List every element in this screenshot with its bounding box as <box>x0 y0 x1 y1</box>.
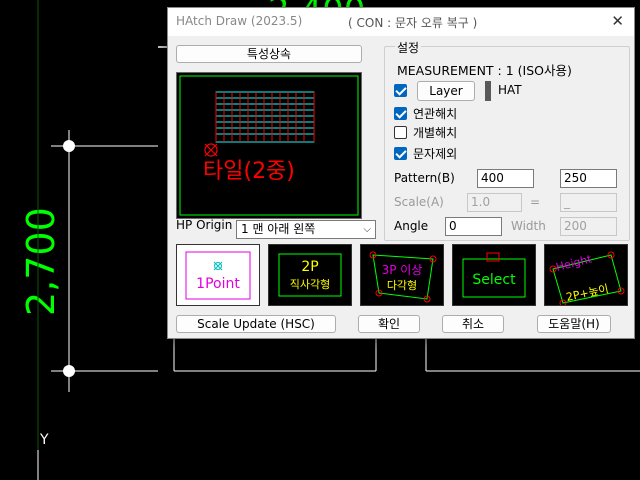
scale-equals: = <box>530 195 541 209</box>
dimension-grip-top <box>63 140 75 152</box>
title-bar[interactable]: HAtch Draw (2023.5) ( CON : 문자 오류 복구 ) ✕ <box>168 8 634 36</box>
layer-checkbox[interactable] <box>394 84 407 97</box>
two-point-rectangle-tile[interactable]: 2P 직사각형 <box>268 244 352 306</box>
scale-input[interactable]: 1.0 <box>467 193 522 212</box>
ok-button[interactable]: 확인 <box>358 315 420 333</box>
individual-hatch-label: 개별해치 <box>413 126 458 140</box>
svg-text:Height: Height <box>555 252 594 274</box>
target-marker-icon <box>204 143 218 157</box>
chevron-down-icon: ⌵ <box>363 224 371 235</box>
two-point-height-tile[interactable]: Height 2P+높이 <box>544 244 628 306</box>
scale-update-button[interactable]: Scale Update (HSC) <box>176 315 336 333</box>
one-point-tile[interactable]: 1Point <box>176 244 260 306</box>
measurement-info: MEASUREMENT : 1 (ISO사용) <box>397 63 572 78</box>
axis-label-y: Y <box>39 432 49 448</box>
svg-text:Select: Select <box>472 272 516 288</box>
text-exclude-label: 문자제외 <box>413 147 458 161</box>
hatch-draw-dialog: HAtch Draw (2023.5) ( CON : 문자 오류 복구 ) ✕… <box>167 7 635 339</box>
svg-text:1Point: 1Point <box>196 276 240 292</box>
window-subtitle: ( CON : 문자 오류 복구 ) <box>348 16 478 30</box>
scale-label: Scale(A) <box>394 195 444 209</box>
svg-text:2P: 2P <box>301 259 318 275</box>
svg-text:다각형: 다각형 <box>387 279 417 292</box>
window-title: HAtch Draw (2023.5) <box>176 14 303 28</box>
cad-dimension-text: 2,700 <box>19 207 63 316</box>
svg-text:3P 이상: 3P 이상 <box>382 263 423 277</box>
layer-button[interactable]: Layer <box>417 81 475 101</box>
svg-text:2P+높이: 2P+높이 <box>565 282 610 304</box>
hp-origin-select[interactable]: 1 맨 아래 왼쪽 ⌵ <box>236 220 376 239</box>
crosshair-icon <box>213 261 223 271</box>
three-point-polygon-tile[interactable]: 3P 이상 다각형 <box>360 244 444 306</box>
close-icon[interactable]: ✕ <box>611 12 624 30</box>
hatch-preview: 타일(2중) <box>176 72 362 219</box>
pattern-input-1[interactable]: 400 <box>477 169 534 188</box>
angle-input[interactable]: 0 <box>445 217 502 236</box>
settings-legend: 설정 <box>395 39 422 56</box>
help-button[interactable]: 도움말(H) <box>537 315 611 333</box>
width-label: Width <box>511 219 546 233</box>
width-input[interactable]: 200 <box>560 217 617 236</box>
svg-text:직사각형: 직사각형 <box>290 278 330 291</box>
hatch-pattern-preview <box>215 91 315 143</box>
scale-result: _ <box>560 193 617 212</box>
layer-color-swatch <box>485 81 491 101</box>
layer-value: HAT <box>498 83 522 97</box>
select-tile[interactable]: Select <box>452 244 536 306</box>
angle-label: Angle <box>394 219 429 233</box>
preview-pattern-name: 타일(2중) <box>203 159 295 184</box>
text-exclude-checkbox[interactable] <box>394 147 407 160</box>
pattern-input-2[interactable]: 250 <box>560 169 617 188</box>
individual-hatch-checkbox[interactable] <box>394 126 407 139</box>
cancel-button[interactable]: 취소 <box>442 315 504 333</box>
inherit-properties-button[interactable]: 특성상속 <box>176 45 362 63</box>
associative-hatch-label: 연관해치 <box>413 107 458 121</box>
hp-origin-label: HP Origin <box>176 218 233 232</box>
pattern-label: Pattern(B) <box>394 171 455 185</box>
associative-hatch-checkbox[interactable] <box>394 107 407 120</box>
dimension-grip-bottom <box>63 365 75 377</box>
